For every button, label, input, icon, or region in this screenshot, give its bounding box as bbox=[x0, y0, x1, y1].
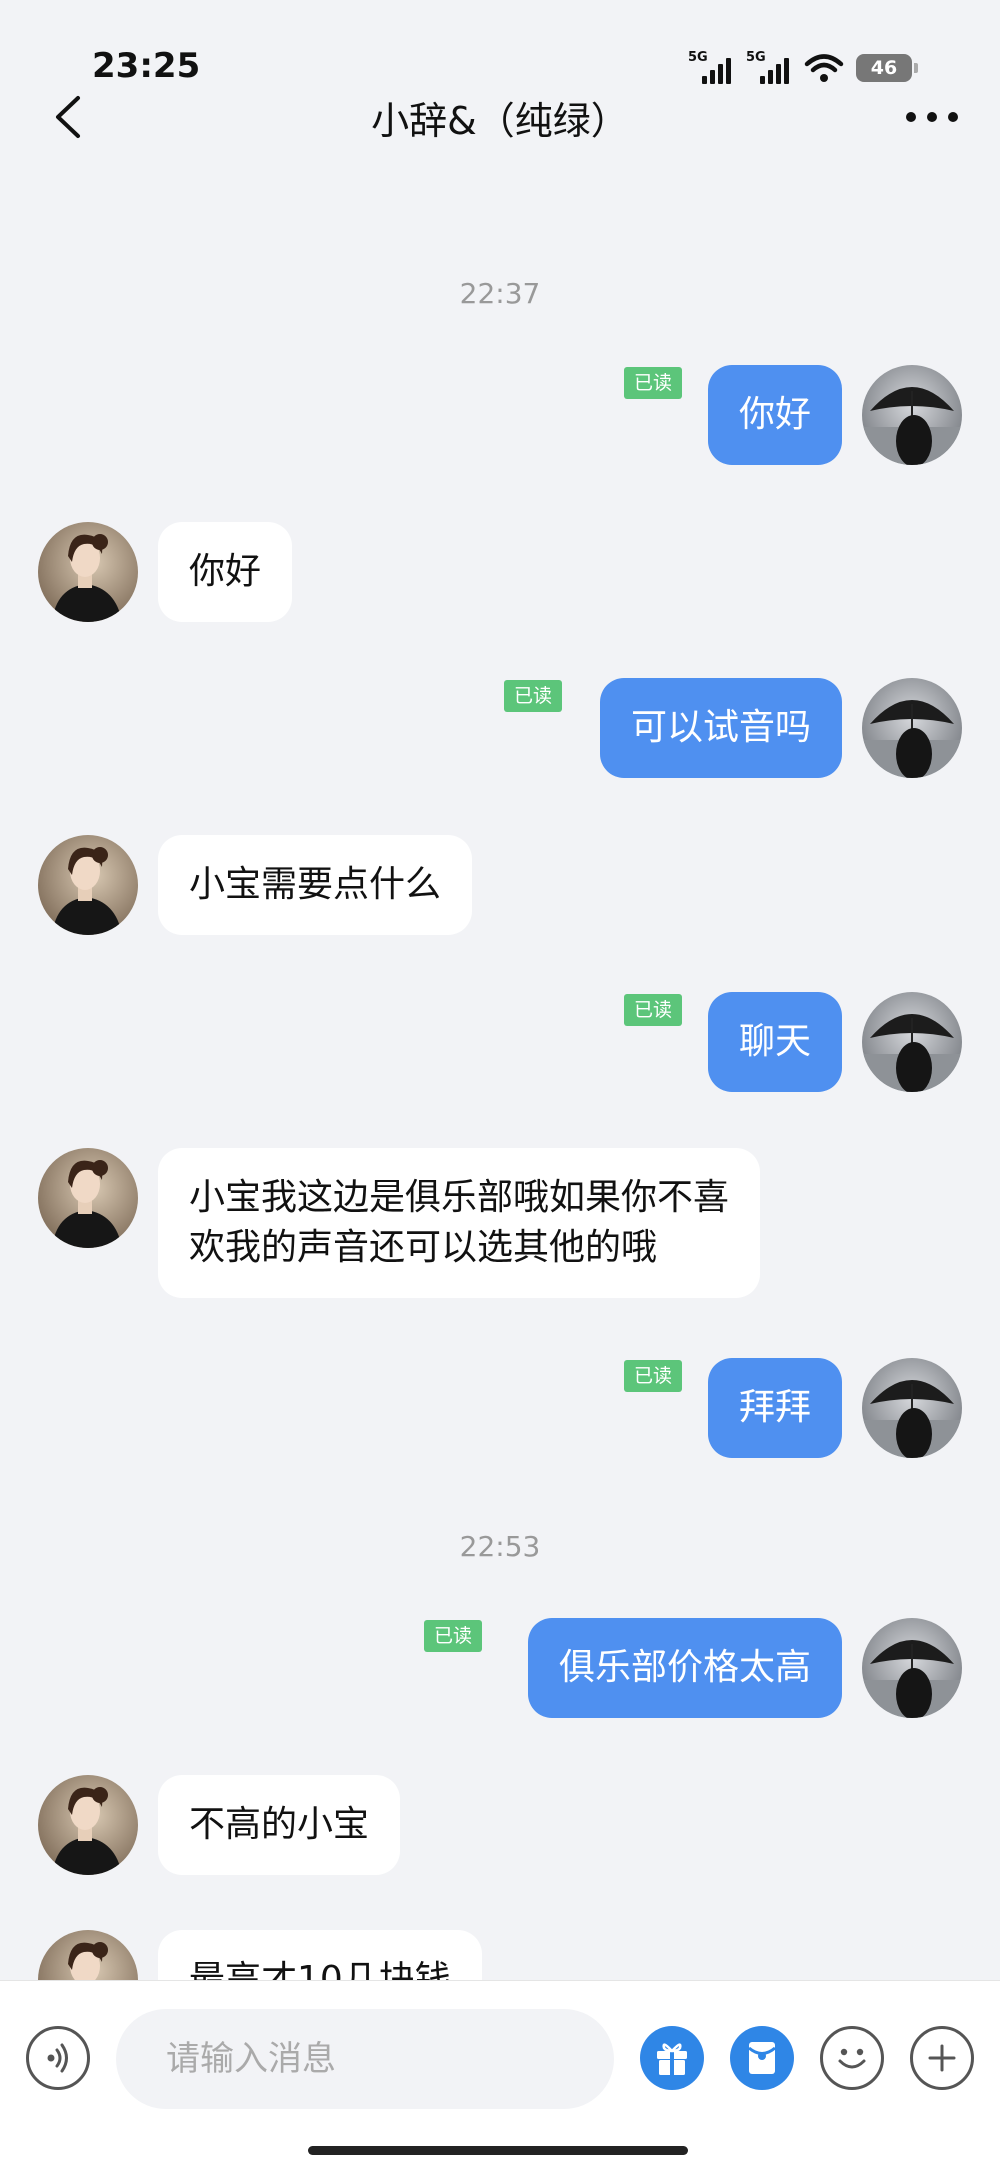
timestamp: 22:37 bbox=[459, 277, 541, 310]
my-avatar[interactable] bbox=[862, 1358, 962, 1458]
contact-avatar[interactable] bbox=[38, 835, 138, 935]
my-avatar[interactable] bbox=[862, 1618, 962, 1718]
message-input[interactable] bbox=[116, 2009, 614, 2109]
contact-avatar[interactable] bbox=[38, 1775, 138, 1875]
red-packet-icon bbox=[748, 2042, 776, 2074]
read-badge: 已读 bbox=[503, 680, 562, 712]
read-badge: 已读 bbox=[623, 1360, 682, 1392]
outgoing-message[interactable]: 聊天 bbox=[707, 992, 842, 1092]
voice-button[interactable] bbox=[26, 2026, 90, 2090]
outgoing-message[interactable]: 拜拜 bbox=[707, 1358, 842, 1458]
read-badge: 已读 bbox=[623, 994, 682, 1026]
contact-avatar[interactable] bbox=[38, 1930, 138, 1980]
outgoing-message[interactable]: 俱乐部价格太高 bbox=[527, 1618, 842, 1718]
input-bar bbox=[0, 1980, 1000, 2174]
incoming-message[interactable]: 小宝我这边是俱乐部哦如果你不喜 欢我的声音还可以选其他的哦 bbox=[158, 1148, 761, 1298]
home-indicator[interactable] bbox=[308, 2146, 688, 2155]
plus-icon bbox=[928, 2044, 956, 2072]
gift-button[interactable] bbox=[640, 2026, 704, 2090]
my-avatar[interactable] bbox=[862, 365, 962, 465]
contact-avatar[interactable] bbox=[38, 522, 138, 622]
incoming-message[interactable]: 最高才10几块钱 bbox=[158, 1930, 482, 1980]
more-dots-icon bbox=[906, 112, 958, 122]
more-actions-button[interactable] bbox=[910, 2026, 974, 2090]
read-badge: 已读 bbox=[423, 1620, 482, 1652]
incoming-message[interactable]: 小宝需要点什么 bbox=[158, 835, 473, 935]
red-packet-button[interactable] bbox=[730, 2026, 794, 2090]
my-avatar[interactable] bbox=[862, 992, 962, 1092]
incoming-message[interactable]: 不高的小宝 bbox=[158, 1775, 401, 1875]
chat-header: 小辞&（纯绿） bbox=[0, 70, 1000, 160]
incoming-message[interactable]: 你好 bbox=[158, 522, 293, 622]
more-button[interactable] bbox=[902, 92, 962, 142]
voice-icon bbox=[47, 2043, 68, 2073]
gift-icon bbox=[657, 2043, 687, 2075]
chat-messages[interactable]: 22:37 已读 你好 你好 已读 可以试音吗 小宝需要点什么 已读 聊天 小宝… bbox=[0, 160, 1000, 1980]
outgoing-message[interactable]: 可以试音吗 bbox=[599, 678, 842, 778]
outgoing-message[interactable]: 你好 bbox=[707, 365, 842, 465]
emoji-icon bbox=[838, 2048, 866, 2069]
emoji-button[interactable] bbox=[820, 2026, 884, 2090]
read-badge: 已读 bbox=[623, 367, 682, 399]
chat-title: 小辞&（纯绿） bbox=[371, 99, 629, 143]
my-avatar[interactable] bbox=[862, 678, 962, 778]
timestamp: 22:53 bbox=[459, 1530, 541, 1563]
contact-avatar[interactable] bbox=[38, 1148, 138, 1248]
